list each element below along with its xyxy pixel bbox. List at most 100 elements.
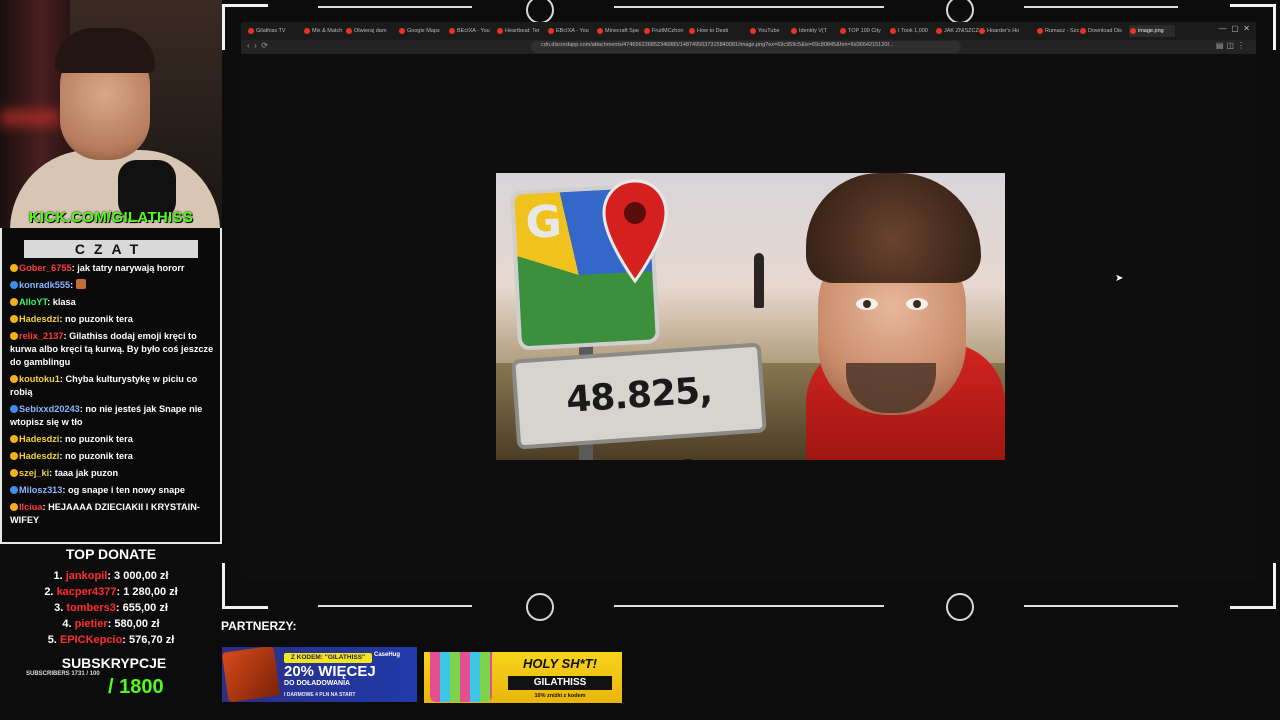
frame-line bbox=[318, 605, 472, 607]
browser-tab[interactable]: Download Dis bbox=[1079, 25, 1125, 37]
favicon-icon bbox=[644, 28, 650, 34]
favicon-icon bbox=[304, 28, 310, 34]
chat-messages: Gober_6755: jak tatry narywają hororr kon… bbox=[10, 262, 214, 531]
treasure-chest-icon bbox=[222, 647, 281, 702]
chat-message: Hadesdzi: no puzonik tera bbox=[10, 313, 214, 326]
chat-username[interactable]: relix_2137 bbox=[19, 331, 63, 341]
browser-tab[interactable]: I Took 1,000 bbox=[889, 25, 935, 37]
chat-title: CZAT bbox=[24, 240, 198, 258]
frame-line bbox=[1024, 6, 1178, 8]
donor-amount: 576,70 zł bbox=[129, 634, 175, 646]
favicon-icon bbox=[979, 28, 985, 34]
chat-message: szej_ki: taaa jak puzon bbox=[10, 467, 214, 480]
chat-username[interactable]: Hadesdzi bbox=[19, 434, 59, 444]
streamer-hair bbox=[55, 28, 155, 73]
subscriptions-goal: / 1800 bbox=[108, 676, 164, 698]
frame-line bbox=[1024, 605, 1178, 607]
donor-rank: 1. bbox=[53, 570, 63, 582]
window-controls[interactable]: — ▢ ✕ bbox=[1219, 24, 1250, 33]
browser-tab[interactable]: JAK ZNISZCZ bbox=[935, 25, 981, 37]
tab-label: Minecraft Spe bbox=[605, 28, 639, 34]
browser-tab[interactable]: Hoarder's Ho bbox=[978, 25, 1024, 37]
google-g-letter: G bbox=[524, 196, 564, 250]
top-donate-list: 1. jankopil: 3 000,00 zł 2. kacper4377: 1… bbox=[0, 568, 222, 648]
chat-username[interactable]: Hadesdzi bbox=[19, 451, 59, 461]
browser-tab[interactable]: FruitMCzhon bbox=[643, 25, 689, 37]
extension-icons[interactable]: ▤◫⋮ bbox=[1216, 41, 1248, 50]
person-hair bbox=[806, 173, 981, 283]
donor-rank: 4. bbox=[62, 618, 72, 630]
browser-tab[interactable]: Mix & Match bbox=[303, 25, 349, 37]
browser-tab[interactable]: image.png bbox=[1129, 25, 1175, 37]
browser-tab[interactable]: EBcIXA - You bbox=[547, 25, 593, 37]
browser-tab[interactable]: Heartbeat: Ter bbox=[496, 25, 542, 37]
browser-tab[interactable]: Rumacz - Szc bbox=[1036, 25, 1082, 37]
favicon-icon bbox=[346, 28, 352, 34]
tab-label: Rumacz - Szc bbox=[1045, 28, 1080, 34]
favicon-icon bbox=[1037, 28, 1043, 34]
partner-banner-casehug[interactable]: Z KODEM: "GILATHISS" 20% WIĘCEJ DO DOŁAD… bbox=[222, 647, 417, 702]
chat-username[interactable]: Gober_6755 bbox=[19, 263, 72, 273]
partner-banner-holyshit[interactable]: HOLY SH*T! GILATHISS 10% zniżki z kodem bbox=[424, 652, 622, 703]
banner-headline: 20% WIĘCEJ bbox=[284, 663, 376, 680]
sponsor-logo-icon bbox=[526, 0, 554, 24]
browser-tab[interactable]: Minecraft Spe bbox=[596, 25, 642, 37]
subscriptions-title: SUBSKRYPCJE bbox=[61, 655, 167, 671]
donor-row: 4. pietier: 580,00 zł bbox=[0, 616, 222, 632]
partners-label: PARTNERZY: bbox=[221, 619, 297, 633]
browser-tab[interactable]: YouTube bbox=[749, 25, 795, 37]
badge-icon bbox=[10, 375, 18, 383]
url-text[interactable]: cdn.discordapp.com/attachments/474656236… bbox=[541, 42, 893, 48]
favicon-icon bbox=[399, 28, 405, 34]
tab-label: Otwieraj dam bbox=[354, 28, 387, 34]
browser-tab[interactable]: TOP 100 City bbox=[839, 25, 885, 37]
tab-label: Google Maps bbox=[407, 28, 440, 34]
tab-label: Heartbeat: Ter bbox=[505, 28, 540, 34]
eye-right bbox=[906, 298, 928, 310]
browser-tab[interactable]: How to Desti bbox=[688, 25, 734, 37]
chat-username[interactable]: szej_ki bbox=[19, 468, 49, 478]
chat-message: relix_2137: Gilathiss dodaj emoji kręci … bbox=[10, 330, 214, 369]
donor-row: 5. EPICKepcio: 576,70 zł bbox=[0, 632, 222, 648]
chat-text: og snape i ten nowy snape bbox=[68, 485, 185, 495]
browser-tab[interactable]: Gilathiss TV bbox=[247, 25, 293, 37]
chat-username[interactable]: koutoku1 bbox=[19, 374, 60, 384]
tab-label: How to Desti bbox=[697, 28, 729, 34]
badge-icon bbox=[10, 298, 18, 306]
browser-tab[interactable]: Identity V(T bbox=[790, 25, 836, 37]
banner-brand: CaseHug bbox=[374, 652, 401, 658]
chat-username[interactable]: konradk555 bbox=[19, 280, 70, 290]
browser-tab[interactable]: Otwieraj dam bbox=[345, 25, 391, 37]
nav-back-reload-icon[interactable]: ‹ › ⟳ bbox=[247, 41, 268, 50]
tab-label: Mix & Match bbox=[312, 28, 343, 34]
favicon-icon bbox=[791, 28, 797, 34]
chat-username[interactable]: Hadesdzi bbox=[19, 314, 59, 324]
favicon-icon bbox=[750, 28, 756, 34]
donor-name: EPICKepcio bbox=[59, 634, 123, 646]
webcam-light bbox=[0, 110, 60, 126]
chat-username[interactable]: Sebixxd20243 bbox=[19, 404, 80, 414]
chat-username[interactable]: AlloYT bbox=[19, 297, 47, 307]
webcam-feed bbox=[0, 0, 222, 228]
chat-message: Hadesdzi: no puzonik tera bbox=[10, 433, 214, 446]
chat-text: no puzonik tera bbox=[64, 314, 133, 324]
donor-name: tombers3 bbox=[66, 602, 116, 614]
donor-name: jankopil bbox=[65, 570, 108, 582]
donor-rank: 5. bbox=[47, 634, 57, 646]
chat-username[interactable]: Milosz313 bbox=[19, 485, 62, 495]
donor-row: 1. jankopil: 3 000,00 zł bbox=[0, 568, 222, 584]
donor-name: kacper4377 bbox=[56, 586, 117, 598]
chat-text: no puzonik tera bbox=[64, 434, 133, 444]
browser-tab[interactable]: Google Maps bbox=[398, 25, 444, 37]
badge-icon bbox=[10, 452, 18, 460]
browser-tab[interactable]: BEcIXA - You bbox=[448, 25, 494, 37]
donor-row: 2. kacper4377: 1 280,00 zł bbox=[0, 584, 222, 600]
donor-rank: 3. bbox=[54, 602, 64, 614]
chat-username[interactable]: llciua bbox=[19, 502, 43, 512]
favicon-icon bbox=[1130, 28, 1136, 34]
person-portrait bbox=[806, 173, 1005, 460]
banner-code: GILATHISS bbox=[508, 676, 612, 690]
slender-figure bbox=[754, 253, 764, 308]
banner-line3: I DARMOWE 4 PLN NA START bbox=[284, 692, 356, 698]
banner-code: Z KODEM: "GILATHISS" bbox=[284, 653, 372, 663]
